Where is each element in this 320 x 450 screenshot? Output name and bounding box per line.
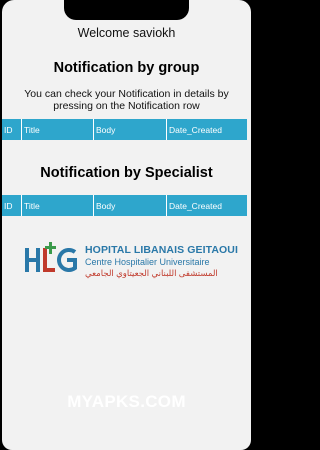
column-header-id: ID xyxy=(4,124,13,135)
column-header-date-created: Date_Created xyxy=(166,195,247,216)
specialist-table-header: ID Title Body Date_Created xyxy=(2,195,247,216)
watermark-text: MYAPKS.COM xyxy=(67,392,186,411)
column-header-id: ID xyxy=(4,200,13,211)
logo-name-line1: HOPITAL LIBANAIS GEITAOUI xyxy=(85,244,239,256)
logo-name-line2: Centre Hospitalier Universitaire xyxy=(85,257,210,267)
column-header-body: Body xyxy=(93,195,166,216)
group-table-header: ID Title Body Date_Created xyxy=(2,119,247,140)
welcome-text: Welcome saviokh xyxy=(77,26,176,40)
camera-notch xyxy=(64,0,189,20)
column-header-date-created: Date_Created xyxy=(166,119,247,140)
hospital-logo: HOPITAL LIBANAIS GEITAOUI Centre Hospita… xyxy=(23,240,238,280)
group-section-title: Notification by group xyxy=(53,60,200,76)
column-header-body: Body xyxy=(93,119,166,140)
app-screen: Welcome saviokh Notification by group Yo… xyxy=(2,0,251,450)
specialist-section-title: Notification by Specialist xyxy=(40,165,213,181)
group-section-description: You can check your Notification in detai… xyxy=(24,88,229,112)
column-header-title: Title xyxy=(21,195,93,216)
logo-name-line3: المستشفى اللبناني الجعيتاوي الجامعي xyxy=(85,268,218,278)
column-header-title: Title xyxy=(21,119,93,140)
hlg-logo-icon xyxy=(25,242,77,272)
